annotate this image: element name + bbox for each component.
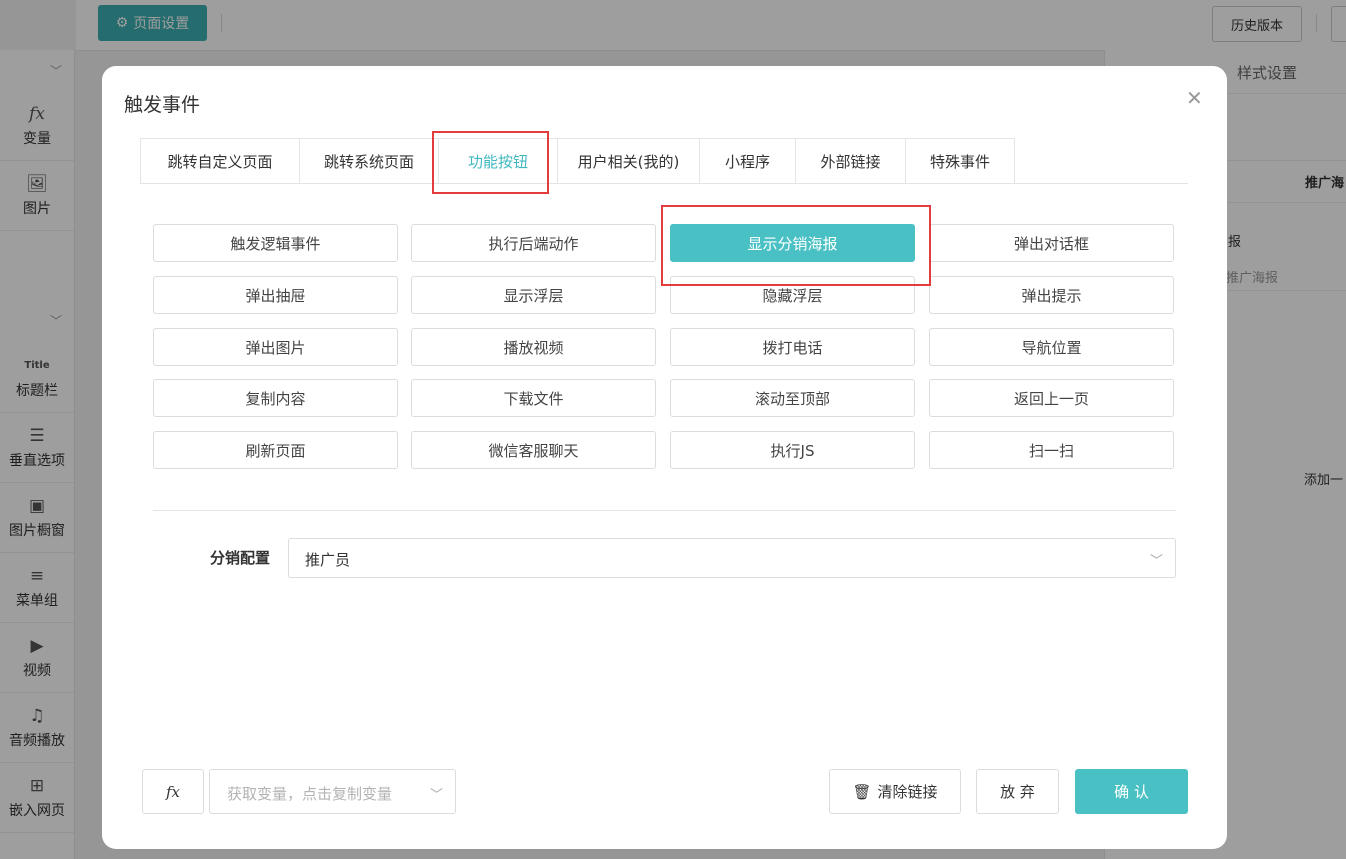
tab-system-page[interactable]: 跳转系统页面 (299, 138, 438, 184)
action-trigger-logic-event[interactable]: 触发逻辑事件 (153, 224, 398, 262)
action-phone-call[interactable]: 拨打电话 (670, 328, 915, 366)
action-hide-overlay[interactable]: 隐藏浮层 (670, 276, 915, 314)
chevron-down-icon: ﹀ (1149, 554, 1163, 569)
action-popup-image[interactable]: 弹出图片 (153, 328, 398, 366)
tab-special-event[interactable]: 特殊事件 (905, 138, 1015, 184)
action-execute-js[interactable]: 执行JS (670, 431, 915, 469)
chevron-down-icon: ﹀ (429, 788, 443, 803)
distribution-config-select[interactable]: 推广员 ﹀ (288, 538, 1176, 578)
select-value: 推广员 (305, 551, 351, 569)
close-icon[interactable]: ✕ (1186, 86, 1203, 110)
action-copy-content[interactable]: 复制内容 (153, 379, 398, 417)
action-popup-tip[interactable]: 弹出提示 (929, 276, 1174, 314)
action-popup-dialog[interactable]: 弹出对话框 (929, 224, 1174, 262)
distribution-config-label: 分销配置 (210, 549, 271, 567)
action-popup-drawer[interactable]: 弹出抽屉 (153, 276, 398, 314)
action-show-poster[interactable]: 显示分销海报 (670, 224, 915, 262)
action-scan[interactable]: 扫一扫 (929, 431, 1174, 469)
cancel-button[interactable]: 放 弃 (976, 769, 1059, 814)
tabs-underline (140, 183, 1188, 184)
action-play-video[interactable]: 播放视频 (411, 328, 656, 366)
dialog-title: 触发事件 (124, 94, 201, 116)
fx-button[interactable]: fx (142, 769, 204, 814)
clear-link-label: 清除链接 (877, 783, 938, 801)
event-type-tabs: 跳转自定义页面 跳转系统页面 功能按钮 用户相关(我的) 小程序 外部链接 特殊… (140, 138, 1015, 184)
clear-link-button[interactable]: 🗑 清除链接 (829, 769, 961, 814)
tab-mini-program[interactable]: 小程序 (699, 138, 795, 184)
action-go-back[interactable]: 返回上一页 (929, 379, 1174, 417)
tab-external-link[interactable]: 外部链接 (795, 138, 905, 184)
tab-function-button[interactable]: 功能按钮 (438, 138, 557, 184)
trash-icon: 🗑 (852, 782, 872, 801)
action-scroll-top[interactable]: 滚动至顶部 (670, 379, 915, 417)
action-show-overlay[interactable]: 显示浮层 (411, 276, 656, 314)
variable-select[interactable]: 获取变量，点击复制变量 ﹀ (209, 769, 456, 814)
confirm-button[interactable]: 确 认 (1075, 769, 1188, 814)
section-divider (153, 510, 1176, 511)
variable-placeholder: 获取变量，点击复制变量 (227, 785, 393, 803)
action-backend-action[interactable]: 执行后端动作 (411, 224, 656, 262)
action-refresh-page[interactable]: 刷新页面 (153, 431, 398, 469)
tab-user-related[interactable]: 用户相关(我的) (557, 138, 699, 184)
tab-custom-page[interactable]: 跳转自定义页面 (140, 138, 299, 184)
action-navigate-location[interactable]: 导航位置 (929, 328, 1174, 366)
trigger-event-dialog: 触发事件 ✕ 跳转自定义页面 跳转系统页面 功能按钮 用户相关(我的) 小程序 … (102, 66, 1227, 849)
action-wechat-service[interactable]: 微信客服聊天 (411, 431, 656, 469)
action-download-file[interactable]: 下载文件 (411, 379, 656, 417)
